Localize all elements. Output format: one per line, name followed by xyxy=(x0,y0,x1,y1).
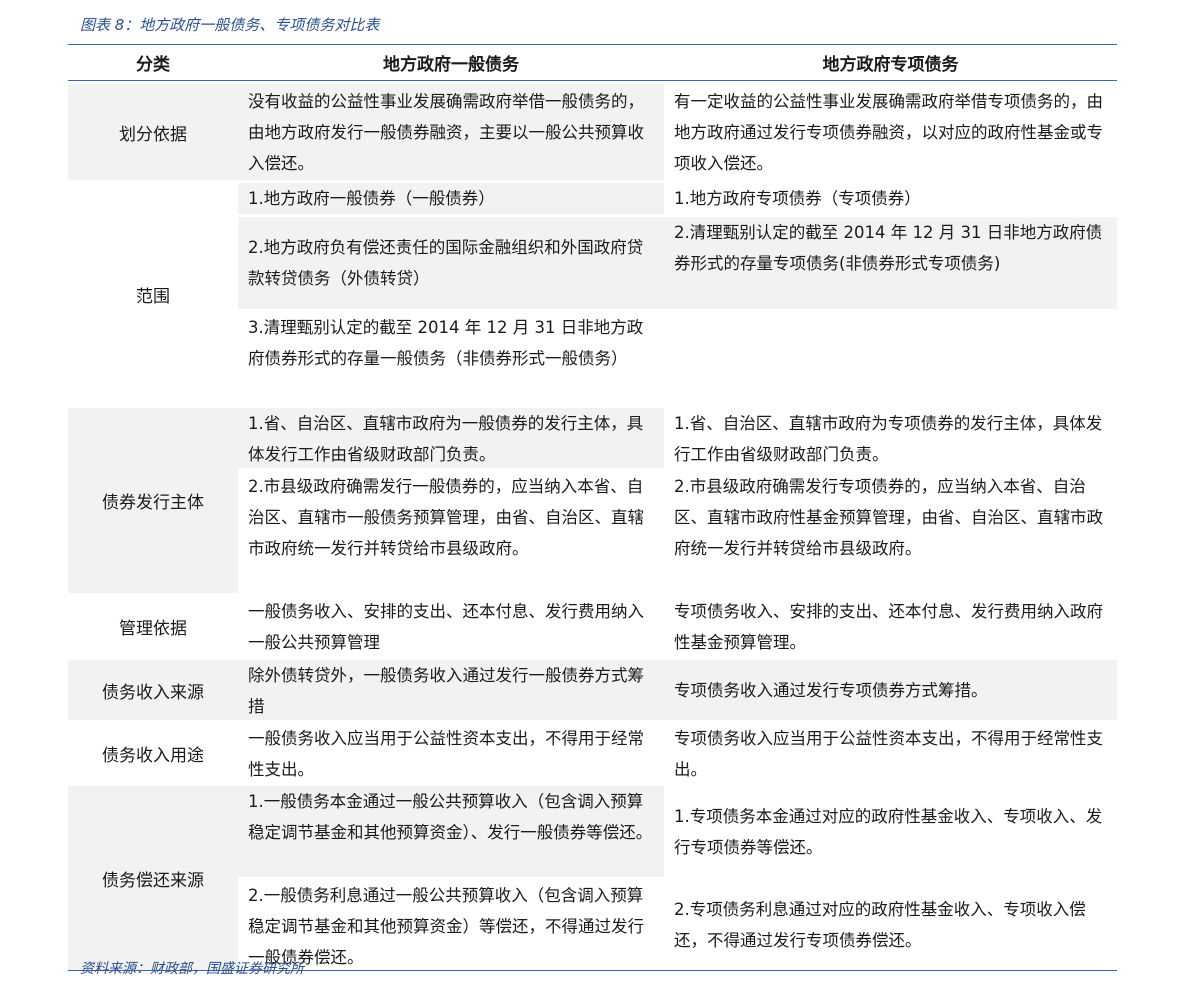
table-row: 2.市县级政府确需发行一般债券的，应当纳入本省、自治区、直辖市一般债务预算管理，… xyxy=(238,468,1117,593)
table-row: 1.省、自治区、直辖市政府为一般债券的发行主体，具体发行工作由省级财政部门负责。… xyxy=(238,408,1117,468)
table-row: 没有收益的公益性事业发展确需政府举借一般债务的，由地方政府发行一般债券融资，主要… xyxy=(238,84,1117,180)
general-cell: 一般债务收入、安排的支出、还本付息、发行费用纳入一般公共预算管理 xyxy=(238,596,664,657)
general-cell: 2.市县级政府确需发行一般债券的，应当纳入本省、自治区、直辖市一般债务预算管理，… xyxy=(238,471,664,593)
group-revenue-use: 债务收入用途 一般债务收入应当用于公益性资本支出，不得用于经常性支出。 专项债务… xyxy=(68,720,1117,783)
general-cell: 除外债转贷外，一般债务收入通过发行一般债券方式筹措 xyxy=(238,660,664,720)
special-cell: 1.专项债务本金通过对应的政府性基金收入、专项收入、发行专项债券等偿还。 xyxy=(664,786,1117,877)
category-label: 债务偿还来源 xyxy=(68,786,238,970)
category-label: 范围 xyxy=(68,183,238,405)
general-cell: 没有收益的公益性事业发展确需政府举借一般债务的，由地方政府发行一般债券融资，主要… xyxy=(238,84,664,180)
header-special-debt: 地方政府专项债务 xyxy=(822,55,959,75)
category-label: 划分依据 xyxy=(68,84,238,180)
general-cell: 一般债务收入应当用于公益性资本支出，不得用于经常性支出。 xyxy=(238,723,664,783)
table-row: 1.地方政府一般债券（一般债券） 1.地方政府专项债券（专项债券） xyxy=(238,183,1117,214)
table-row: 2.一般债务利息通过一般公共预算收入（包含调入预算稳定调节基金和其他预算资金）等… xyxy=(238,877,1117,970)
group-management-basis: 管理依据 一般债务收入、安排的支出、还本付息、发行费用纳入一般公共预算管理 专项… xyxy=(68,593,1117,657)
header-category: 分类 xyxy=(136,55,170,75)
table-row: 3.清理甄别认定的截至 2014 年 12 月 31 日非地方政府债券形式的存量… xyxy=(238,309,1117,405)
table-row: 一般债务收入、安排的支出、还本付息、发行费用纳入一般公共预算管理 专项债务收入、… xyxy=(238,596,1117,657)
group-scope: 范围 1.地方政府一般债券（一般债券） 1.地方政府专项债券（专项债券） 2.地… xyxy=(68,180,1117,405)
figure-caption: 图表 8：地方政府一般债务、专项债务对比表 xyxy=(80,16,380,34)
group-division-basis: 划分依据 没有收益的公益性事业发展确需政府举借一般债务的，由地方政府发行一般债券… xyxy=(68,81,1117,180)
general-cell: 3.清理甄别认定的截至 2014 年 12 月 31 日非地方政府债券形式的存量… xyxy=(238,312,664,405)
table-row: 1.一般债务本金通过一般公共预算收入（包含调入预算稳定调节基金和其他预算资金）、… xyxy=(238,786,1117,877)
special-cell: 有一定收益的公益性事业发展确需政府举借专项债务的，由地方政府通过发行专项债券融资… xyxy=(664,84,1117,180)
table-row: 2.地方政府负有偿还责任的国际金融组织和外国政府贷款转贷债务（外债转贷） 2.清… xyxy=(238,214,1117,309)
special-cell: 1.地方政府专项债券（专项债券） xyxy=(664,183,1117,214)
general-cell: 1.省、自治区、直辖市政府为一般债券的发行主体，具体发行工作由省级财政部门负责。 xyxy=(238,408,664,468)
group-issuer: 债券发行主体 1.省、自治区、直辖市政府为一般债券的发行主体，具体发行工作由省级… xyxy=(68,405,1117,593)
special-cell: 专项债务收入通过发行专项债券方式筹措。 xyxy=(664,660,1117,720)
table-row: 除外债转贷外，一般债务收入通过发行一般债券方式筹措 专项债务收入通过发行专项债券… xyxy=(238,660,1117,720)
special-cell: 1.省、自治区、直辖市政府为专项债券的发行主体，具体发行工作由省级财政部门负责。 xyxy=(664,408,1117,468)
comparison-table: 分类 地方政府一般债务 地方政府专项债务 划分依据 没有收益的公益性事业发展确需… xyxy=(68,44,1117,971)
table-header: 分类 地方政府一般债务 地方政府专项债务 xyxy=(68,45,1117,81)
general-cell: 2.地方政府负有偿还责任的国际金融组织和外国政府贷款转贷债务（外债转贷） xyxy=(238,217,664,309)
category-label: 债务收入用途 xyxy=(68,723,238,783)
category-label: 管理依据 xyxy=(68,596,238,657)
header-general-debt: 地方政府一般债务 xyxy=(383,55,519,75)
group-repayment-source: 债务偿还来源 1.一般债务本金通过一般公共预算收入（包含调入预算稳定调节基金和其… xyxy=(68,783,1117,970)
general-cell: 1.地方政府一般债券（一般债券） xyxy=(238,183,664,214)
category-label: 债务收入来源 xyxy=(68,660,238,720)
special-cell: 2.市县级政府确需发行专项债券的，应当纳入本省、自治区、直辖市政府性基金预算管理… xyxy=(664,471,1117,593)
table-row: 一般债务收入应当用于公益性资本支出，不得用于经常性支出。 专项债务收入应当用于公… xyxy=(238,723,1117,783)
special-cell: 2.清理甄别认定的截至 2014 年 12 月 31 日非地方政府债券形式的存量… xyxy=(664,217,1117,309)
special-cell: 2.专项债务利息通过对应的政府性基金收入、专项收入偿还，不得通过发行专项债券偿还… xyxy=(664,880,1117,970)
group-revenue-source: 债务收入来源 除外债转贷外，一般债务收入通过发行一般债券方式筹措 专项债务收入通… xyxy=(68,657,1117,720)
special-cell xyxy=(664,312,1117,405)
category-label: 债券发行主体 xyxy=(68,408,238,593)
general-cell: 1.一般债务本金通过一般公共预算收入（包含调入预算稳定调节基金和其他预算资金）、… xyxy=(238,786,664,877)
source-note: 资料来源：财政部，国盛证券研究所 xyxy=(80,961,304,977)
special-cell: 专项债务收入、安排的支出、还本付息、发行费用纳入政府性基金预算管理。 xyxy=(664,596,1117,657)
special-cell: 专项债务收入应当用于公益性资本支出，不得用于经常性支出。 xyxy=(664,723,1117,783)
general-cell: 2.一般债务利息通过一般公共预算收入（包含调入预算稳定调节基金和其他预算资金）等… xyxy=(238,880,664,970)
